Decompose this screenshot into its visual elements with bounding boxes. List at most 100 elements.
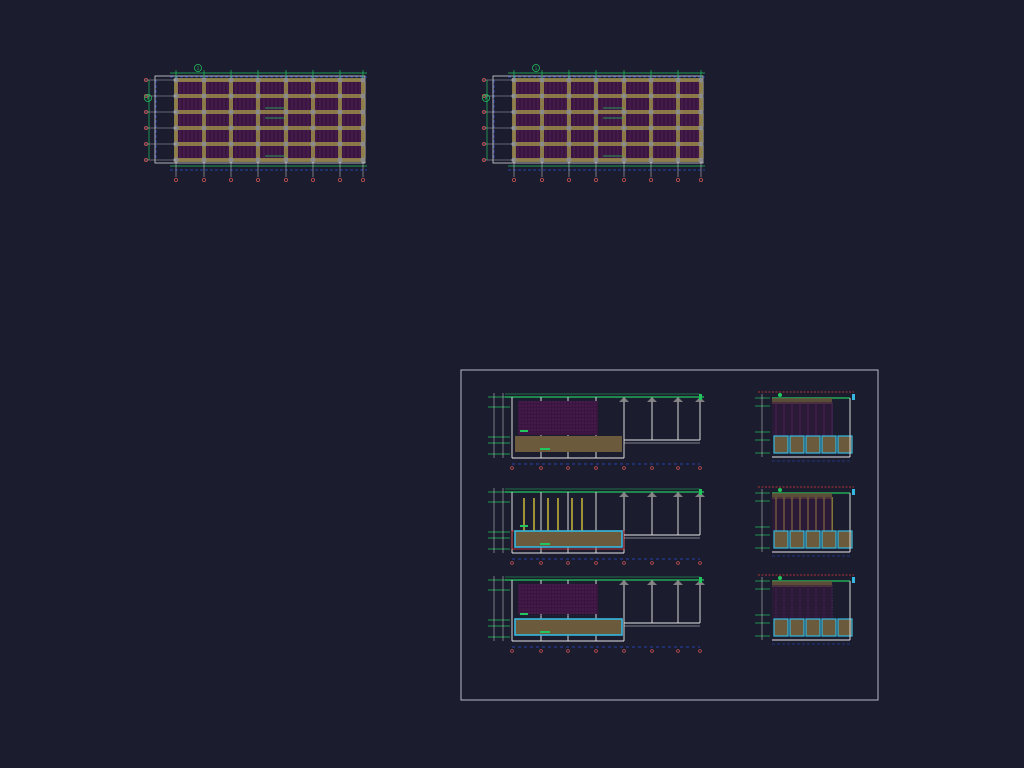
plan-column	[593, 141, 599, 147]
svg-text:1: 1	[535, 66, 538, 71]
plan-axis-bubble	[648, 177, 653, 182]
plan-column	[698, 125, 704, 131]
plan-column	[593, 157, 599, 163]
svg-text:1: 1	[197, 66, 200, 71]
section-basin	[515, 531, 622, 547]
plan-column	[255, 93, 261, 99]
plan-column	[648, 141, 654, 147]
section-axis-bubble	[539, 561, 543, 565]
plan-axis-bubble	[698, 177, 703, 182]
plan-column	[539, 141, 545, 147]
plan-column	[310, 125, 316, 131]
plan-column	[337, 125, 343, 131]
detail-room-fill	[772, 402, 832, 436]
section-axis-bubble	[650, 561, 654, 565]
detail-tank	[821, 435, 837, 454]
plan-column	[621, 125, 627, 131]
plan-column	[283, 141, 289, 147]
plan-axis-bubble	[621, 177, 626, 182]
section-axis-bubble	[594, 466, 598, 470]
section-axis-bubble	[566, 466, 570, 470]
plan-column	[593, 109, 599, 115]
section-axis-bubble	[698, 561, 702, 565]
section-axis-bubble	[566, 561, 570, 565]
plan-column	[675, 141, 681, 147]
plan-beam-v	[540, 80, 544, 160]
plan-column	[648, 109, 654, 115]
section-axis-bubble	[622, 561, 626, 565]
plan-right: 1A	[481, 64, 705, 182]
plan-column	[310, 109, 316, 115]
plan-column	[201, 77, 207, 83]
plan-axis-bubble	[593, 177, 598, 182]
plan-column	[539, 125, 545, 131]
plan-column	[228, 109, 234, 115]
plan-column	[648, 125, 654, 131]
section-axis-bubble	[676, 649, 680, 653]
plan-column	[337, 77, 343, 83]
plan-column	[283, 157, 289, 163]
detail-room-fill	[772, 585, 832, 619]
section-truss-tip	[673, 397, 683, 402]
section-axis-bubble	[510, 466, 514, 470]
section-tag	[699, 489, 702, 495]
plan-column	[310, 93, 316, 99]
section-truss-tip	[673, 492, 683, 497]
plan-column	[310, 157, 316, 163]
section-tag	[520, 525, 528, 527]
plan-beam-v	[256, 80, 260, 160]
plan-column	[621, 141, 627, 147]
plan-column	[360, 93, 366, 99]
plan-column	[593, 77, 599, 83]
plan-axis-bubble	[255, 177, 260, 182]
plan-column	[228, 77, 234, 83]
section-tag	[699, 394, 702, 400]
plan-column	[310, 77, 316, 83]
detail-marker	[778, 393, 782, 397]
plan-beam-v	[649, 80, 653, 160]
detail-tank	[821, 530, 837, 549]
plan-beam-v	[594, 80, 598, 160]
section-basin	[515, 619, 622, 635]
plan-axis-bubble	[539, 177, 544, 182]
section-1	[488, 393, 705, 470]
detail-tank	[789, 618, 805, 637]
plan-column	[593, 93, 599, 99]
plan-beam-v	[284, 80, 288, 160]
plan-column	[539, 77, 545, 83]
plan-left: 1A	[143, 64, 367, 182]
building-sections	[488, 393, 705, 653]
plan-axis-bubble	[566, 177, 571, 182]
section-truss-tip	[619, 492, 629, 497]
plan-column	[566, 157, 572, 163]
detail-tank	[773, 530, 789, 549]
section-truss-tip	[619, 397, 629, 402]
plan-column	[648, 77, 654, 83]
plan-marker-top: 1	[194, 64, 202, 72]
plan-axis-bubble	[173, 177, 178, 182]
section-truss-tip	[647, 580, 657, 585]
detail-tank	[773, 618, 789, 637]
plan-column	[698, 109, 704, 115]
cad-model-space[interactable]: 1A1A	[0, 0, 1024, 768]
section-axis-bubble	[510, 649, 514, 653]
plan-column	[337, 141, 343, 147]
plan-marker-left: A	[482, 94, 490, 102]
section-axis-bubble	[676, 466, 680, 470]
plan-column	[360, 125, 366, 131]
plan-column	[566, 141, 572, 147]
plan-column	[675, 109, 681, 115]
plan-axis-bubble	[337, 177, 342, 182]
plan-column	[255, 157, 261, 163]
plan-column	[539, 93, 545, 99]
plan-column	[566, 109, 572, 115]
plan-marker-left: A	[144, 94, 152, 102]
section-details	[755, 391, 855, 645]
section-axis-bubble	[539, 466, 543, 470]
plan-beam-v	[338, 80, 342, 160]
section-axis-bubble	[622, 649, 626, 653]
plan-column	[648, 93, 654, 99]
plan-column	[698, 93, 704, 99]
plan-beam-v	[699, 80, 703, 160]
plan-column	[698, 157, 704, 163]
